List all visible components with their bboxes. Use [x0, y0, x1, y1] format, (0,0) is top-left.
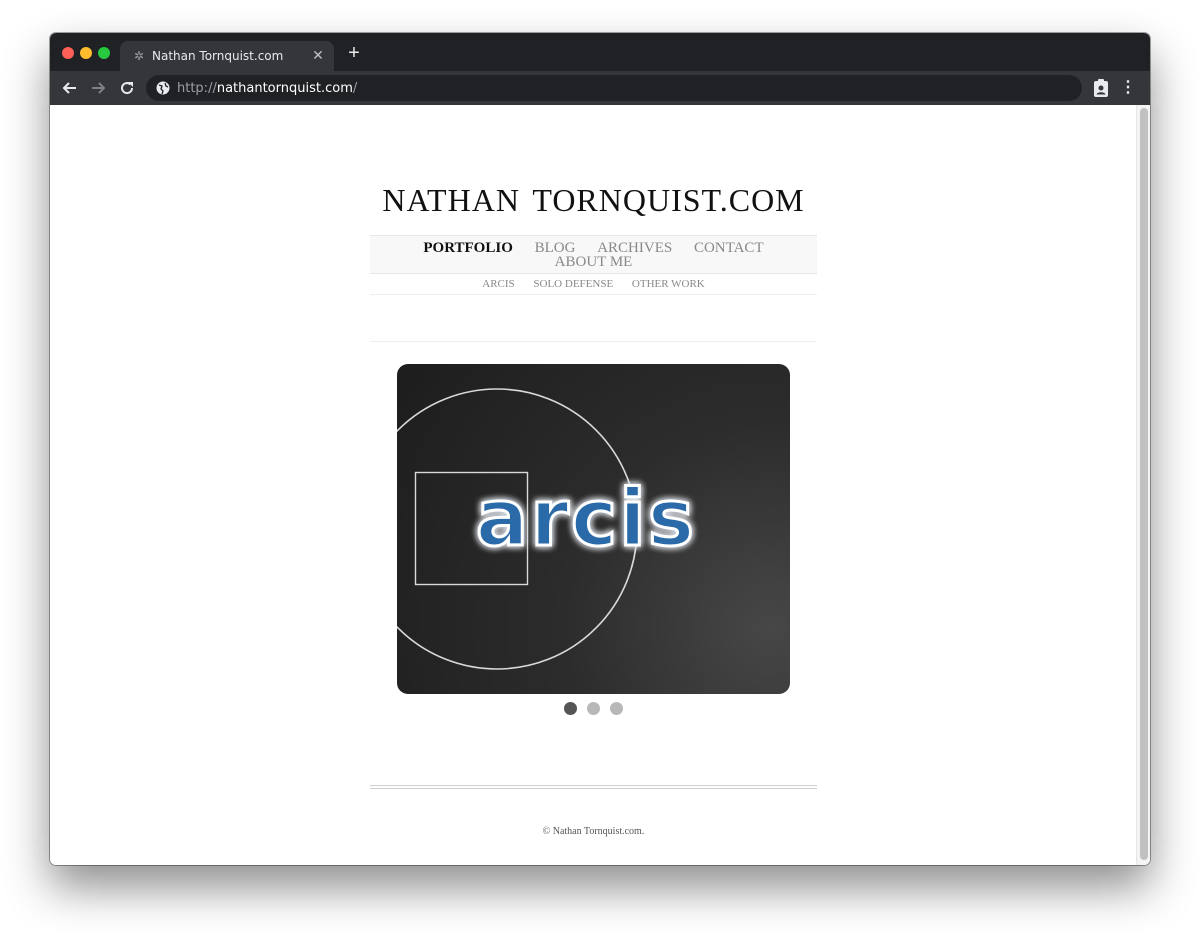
page-viewport: NATHAN TORNQUIST.COM PORTFOLIO BLOG ARCH… — [50, 105, 1150, 865]
url-text[interactable]: http://nathantornquist.com/ — [177, 81, 357, 96]
site-title[interactable]: NATHAN TORNQUIST.COM — [370, 182, 817, 219]
favicon-icon: ✲ — [133, 49, 145, 63]
tab-title: Nathan Tornquist.com — [152, 49, 284, 63]
tab-bar: ✲ Nathan Tornquist.com ✕ + — [50, 33, 1150, 71]
arcis-logo-text: arcis — [476, 474, 697, 564]
more-vertical-icon[interactable]: ⋮ — [1120, 78, 1136, 98]
arcis-logo-art: arcis — [397, 388, 697, 670]
nav-portfolio[interactable]: PORTFOLIO — [423, 240, 512, 256]
address-bar[interactable]: http://nathantornquist.com/ — [146, 75, 1082, 101]
maximize-window-button[interactable] — [98, 47, 110, 59]
nav-contact[interactable]: CONTACT — [694, 240, 764, 256]
close-window-button[interactable] — [62, 47, 74, 59]
slider-pagination — [370, 702, 817, 720]
vertical-scrollbar[interactable] — [1136, 105, 1150, 865]
url-path: / — [352, 81, 358, 96]
scrollbar-thumb[interactable] — [1140, 108, 1148, 860]
main-nav: PORTFOLIO BLOG ARCHIVES CONTACT ABOUT ME — [370, 235, 817, 274]
globe-icon[interactable] — [156, 81, 170, 95]
content-divider — [370, 341, 817, 342]
slide-dot-2[interactable] — [587, 702, 600, 715]
clipboard-person-icon[interactable] — [1092, 78, 1110, 98]
minimize-window-button[interactable] — [80, 47, 92, 59]
browser-tab[interactable]: ✲ Nathan Tornquist.com ✕ — [120, 41, 334, 71]
slide-dot-1[interactable] — [564, 702, 577, 715]
reload-icon[interactable] — [117, 78, 137, 98]
forward-icon[interactable] — [88, 78, 108, 98]
site-content: NATHAN TORNQUIST.COM PORTFOLIO BLOG ARCH… — [370, 105, 817, 865]
copyright-text: © Nathan Tornquist.com. — [542, 826, 645, 837]
browser-window: ✲ Nathan Tornquist.com ✕ + http://nathan… — [50, 33, 1150, 865]
portfolio-slide[interactable]: arcis — [397, 364, 790, 694]
subnav-arcis[interactable]: ARCIS — [482, 278, 514, 290]
slide-dot-3[interactable] — [610, 702, 623, 715]
new-tab-button[interactable]: + — [344, 43, 364, 64]
footer-divider — [370, 785, 817, 789]
close-tab-icon[interactable]: ✕ — [310, 47, 326, 63]
back-icon[interactable] — [60, 78, 80, 98]
subnav-solo-defense[interactable]: SOLO DEFENSE — [533, 278, 613, 290]
browser-toolbar: http://nathantornquist.com/ ⋮ — [50, 71, 1150, 105]
subnav-other-work[interactable]: OTHER WORK — [632, 278, 705, 290]
sub-nav: ARCIS SOLO DEFENSE OTHER WORK — [370, 274, 817, 295]
url-scheme: http:// — [177, 81, 217, 96]
url-host: nathantornquist.com — [216, 81, 353, 96]
nav-about-me[interactable]: ABOUT ME — [555, 254, 633, 270]
